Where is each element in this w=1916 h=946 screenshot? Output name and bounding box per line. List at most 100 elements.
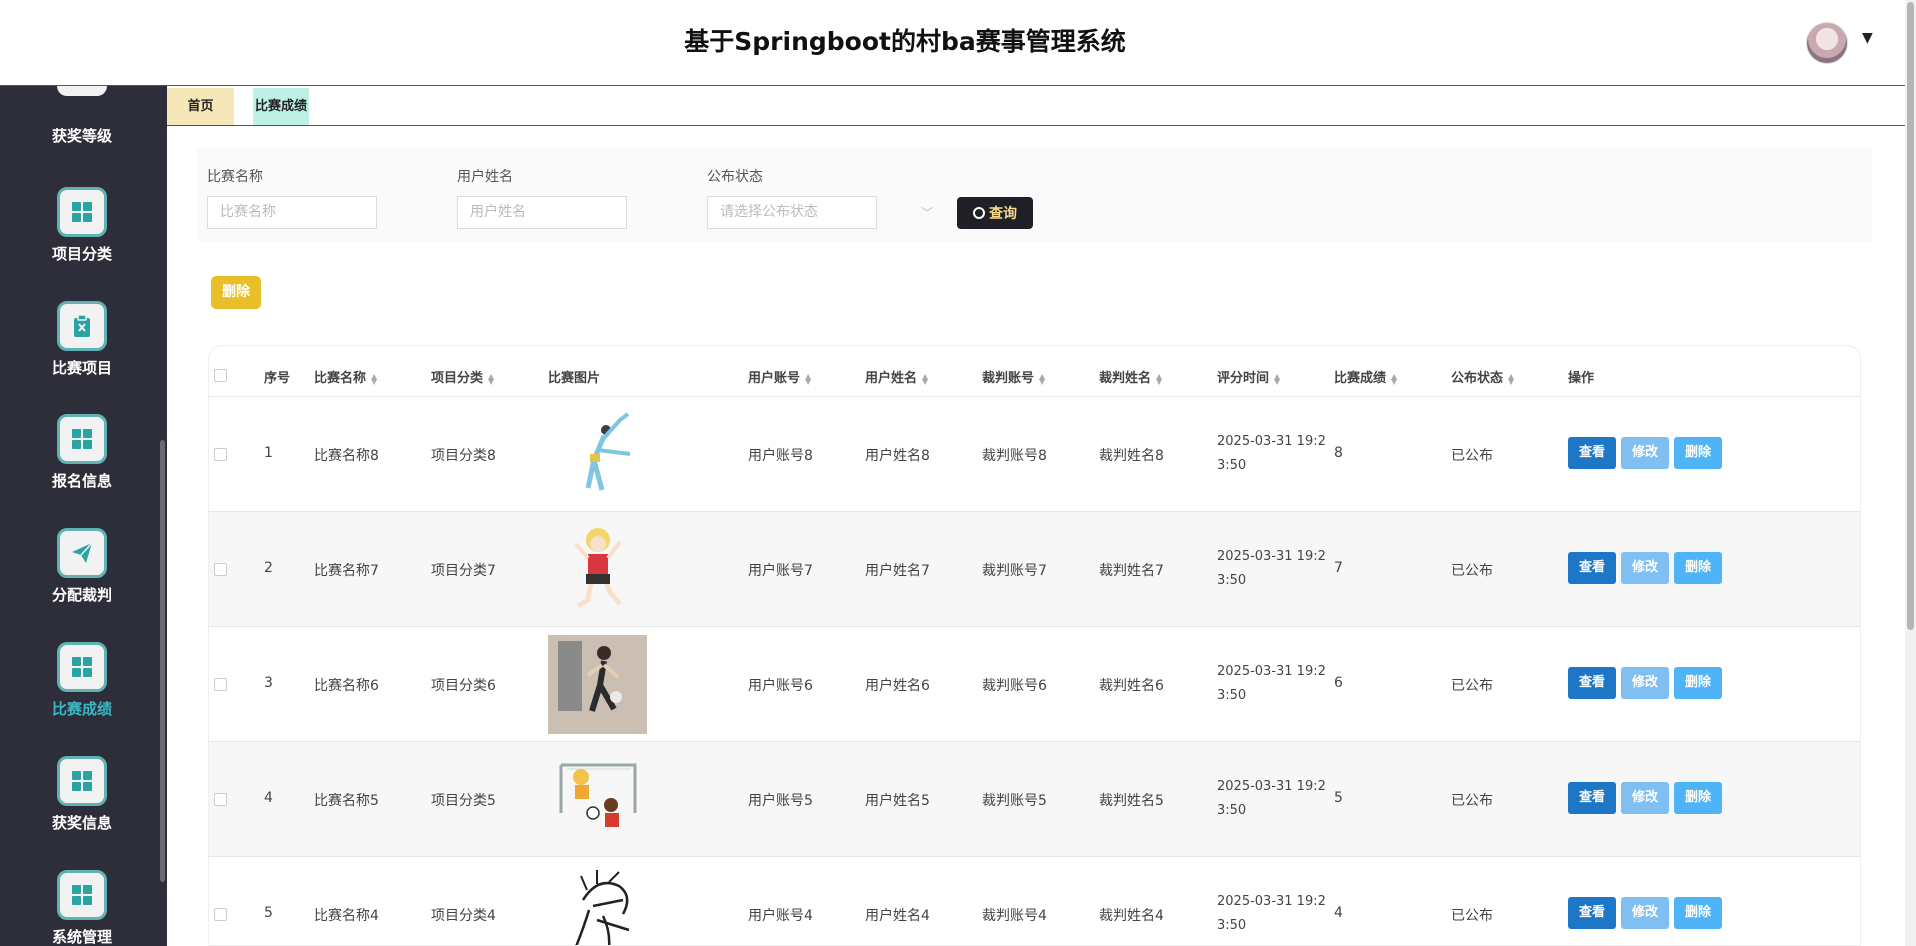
table-row: 3 比赛名称6 项目分类6 用户账号6 用户姓名6 裁判账号6 裁判姓名6 20…: [209, 627, 1860, 742]
sort-icon[interactable]: ▲ ▼: [371, 372, 377, 385]
sort-icon[interactable]: ▲ ▼: [1039, 372, 1045, 385]
sidebar-item-award-level[interactable]: 获奖等级: [0, 86, 164, 186]
sidebar-item-competition[interactable]: 比赛项目: [0, 301, 164, 401]
search-button[interactable]: 查询: [957, 197, 1033, 229]
user-name-label: 用户姓名: [457, 169, 513, 185]
row-username: 用户姓名8: [865, 448, 930, 464]
sort-icon[interactable]: ▲ ▼: [488, 372, 494, 385]
col-category[interactable]: 项目分类 ▲ ▼: [431, 367, 494, 386]
delete-button[interactable]: 删除: [1674, 667, 1722, 699]
view-button[interactable]: 查看: [1568, 667, 1616, 699]
row-name: 比赛名称5: [314, 793, 379, 809]
view-button[interactable]: 查看: [1568, 552, 1616, 584]
col-index: 序号: [264, 371, 291, 386]
sort-icon[interactable]: ▲ ▼: [1274, 372, 1280, 385]
col-judge-account[interactable]: 裁判账号 ▲ ▼: [982, 367, 1045, 386]
paper-plane-icon: [57, 528, 107, 578]
sort-icon[interactable]: ▲ ▼: [1508, 372, 1514, 385]
edit-button[interactable]: 修改: [1621, 552, 1669, 584]
tab-results[interactable]: 比赛成绩: [253, 88, 309, 125]
row-username: 用户姓名7: [865, 563, 930, 579]
sidebar-item-label: 获奖信息: [51, 814, 112, 832]
sidebar-item-label: 比赛成绩: [51, 700, 112, 718]
publish-status-select[interactable]: 请选择公布状态: [707, 196, 877, 229]
col-time[interactable]: 评分时间 ▲ ▼: [1217, 367, 1280, 386]
col-judge-name[interactable]: 裁判姓名 ▲ ▼: [1099, 367, 1162, 386]
table-row: 1 比赛名称8 项目分类8 用户账号8 用户姓名8 裁判账号8 裁判姓名8 20…: [209, 397, 1860, 512]
row-checkbox[interactable]: [214, 448, 227, 461]
sort-icon[interactable]: ▲ ▼: [922, 372, 928, 385]
sort-icon[interactable]: ▲ ▼: [1156, 372, 1162, 385]
sidebar-item-system[interactable]: 系统管理: [0, 870, 164, 946]
competition-image[interactable]: [548, 865, 647, 945]
row-name: 比赛名称6: [314, 678, 379, 694]
sort-icon[interactable]: ▲ ▼: [1391, 372, 1397, 385]
row-name: 比赛名称4: [314, 908, 379, 924]
delete-button[interactable]: 删除: [1674, 897, 1722, 929]
delete-button[interactable]: 删除: [1674, 782, 1722, 814]
competition-image[interactable]: [548, 750, 647, 849]
sidebar-item-registration[interactable]: 报名信息: [0, 414, 164, 514]
delete-button[interactable]: 删除: [1674, 437, 1722, 469]
chevron-down-icon[interactable]: ﹀: [921, 204, 933, 221]
competition-image[interactable]: [548, 405, 647, 504]
edit-button[interactable]: 修改: [1621, 667, 1669, 699]
col-status[interactable]: 公布状态 ▲ ▼: [1451, 367, 1514, 386]
view-button[interactable]: 查看: [1568, 897, 1616, 929]
tab-home[interactable]: 首页: [167, 88, 234, 125]
table-header: 序号 比赛名称 ▲ ▼ 项目分类 ▲ ▼ 比赛图片 用户账号 ▲ ▼ 用户姓名 ▲ ▼ 裁判账号…: [209, 346, 1860, 397]
competition-name-input[interactable]: 比赛名称: [207, 196, 377, 229]
sidebar-item-assign-judge[interactable]: 分配裁判: [0, 528, 164, 628]
competition-image[interactable]: [548, 520, 647, 619]
edit-button[interactable]: 修改: [1621, 437, 1669, 469]
search-panel: 比赛名称 比赛名称 用户姓名 用户姓名 公布状态 请选择公布状态 ﹀ 查询: [197, 148, 1872, 241]
edit-button[interactable]: 修改: [1621, 782, 1669, 814]
row-time: 2025-03-31 19:23:50: [1217, 664, 1326, 703]
row-checkbox[interactable]: [214, 678, 227, 691]
row-status: 已公布: [1451, 678, 1493, 694]
col-name-label: 比赛名称: [314, 371, 367, 386]
competition-image[interactable]: [548, 635, 647, 734]
col-name[interactable]: 比赛名称 ▲ ▼: [314, 367, 377, 386]
row-name: 比赛名称8: [314, 448, 379, 464]
row-score: 7: [1334, 560, 1343, 576]
view-button[interactable]: 查看: [1568, 437, 1616, 469]
batch-delete-button[interactable]: 删除: [211, 276, 261, 309]
row-status: 已公布: [1451, 908, 1493, 924]
sidebar-scrollbar[interactable]: [160, 440, 165, 882]
row-category: 项目分类4: [431, 908, 496, 924]
row-judge-name: 裁判姓名8: [1099, 448, 1164, 464]
col-time-label: 评分时间: [1217, 371, 1270, 386]
row-index: 4: [264, 790, 273, 806]
select-all-checkbox[interactable]: [214, 369, 227, 382]
row-checkbox[interactable]: [214, 908, 227, 921]
delete-button[interactable]: 删除: [1674, 552, 1722, 584]
row-status: 已公布: [1451, 448, 1493, 464]
view-button[interactable]: 查看: [1568, 782, 1616, 814]
col-account-label: 用户账号: [748, 371, 801, 386]
row-judge-name: 裁判姓名4: [1099, 908, 1164, 924]
page-scrollbar[interactable]: [1905, 0, 1916, 946]
col-username[interactable]: 用户姓名 ▲ ▼: [865, 367, 928, 386]
row-judge-account: 裁判账号6: [982, 678, 1047, 694]
sort-icon[interactable]: ▲ ▼: [805, 372, 811, 385]
scrollbar-thumb[interactable]: [1907, 2, 1914, 630]
user-avatar[interactable]: [1806, 22, 1848, 64]
row-score: 4: [1334, 905, 1343, 921]
row-checkbox[interactable]: [214, 563, 227, 576]
sidebar-item-category[interactable]: 项目分类: [0, 187, 164, 287]
sidebar-item-results[interactable]: 比赛成绩: [0, 642, 164, 742]
sidebar-item-awards[interactable]: 获奖信息: [0, 756, 164, 856]
col-score[interactable]: 比赛成绩 ▲ ▼: [1334, 367, 1397, 386]
col-account[interactable]: 用户账号 ▲ ▼: [748, 367, 811, 386]
row-username: 用户姓名6: [865, 678, 930, 694]
row-score: 5: [1334, 790, 1343, 806]
row-username: 用户姓名4: [865, 908, 930, 924]
sidebar-item-label: 项目分类: [51, 245, 112, 263]
row-checkbox[interactable]: [214, 793, 227, 806]
edit-button[interactable]: 修改: [1621, 897, 1669, 929]
grid-icon: [57, 756, 107, 806]
user-name-input[interactable]: 用户姓名: [457, 196, 627, 229]
row-status: 已公布: [1451, 793, 1493, 809]
chevron-down-icon[interactable]: ▼: [1862, 30, 1873, 46]
